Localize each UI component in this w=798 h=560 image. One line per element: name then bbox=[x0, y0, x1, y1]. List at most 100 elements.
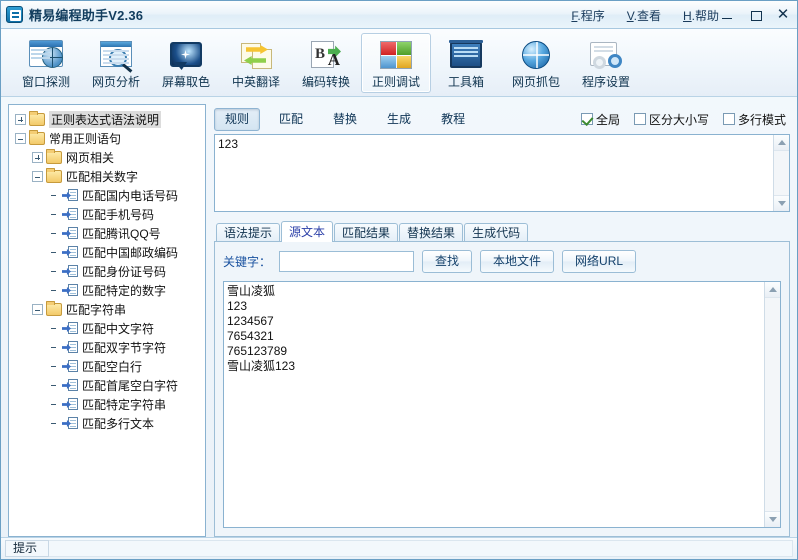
toolbar-item-encoding-convert[interactable]: BA 编码转换 bbox=[291, 33, 361, 93]
folder-icon bbox=[46, 301, 62, 316]
source-text-content[interactable]: 雪山凌狐 123 1234567 7654321 765123789 雪山凌狐1… bbox=[224, 282, 764, 527]
minimize-icon[interactable] bbox=[719, 7, 735, 23]
menu-accel-help: H bbox=[682, 8, 692, 23]
tree-leaf-node[interactable]: 匹配中文字符 bbox=[13, 319, 205, 338]
tree-leaf-node[interactable]: 匹配多行文本 bbox=[13, 414, 205, 433]
regex-item-icon bbox=[62, 227, 78, 240]
tree-folder-node[interactable]: 正则表达式语法说明 bbox=[13, 110, 205, 129]
checkbox-global[interactable]: 全局 bbox=[580, 111, 620, 128]
checkbox-global-box[interactable] bbox=[580, 113, 593, 125]
find-button[interactable]: 查找 bbox=[422, 250, 473, 273]
status-hint: 提示 bbox=[5, 540, 49, 557]
regex-item-icon bbox=[62, 417, 78, 430]
regex-item-icon bbox=[62, 284, 78, 297]
tree-leaf-node[interactable]: 匹配特定的数字 bbox=[13, 281, 205, 300]
checkbox-multiline-box[interactable] bbox=[722, 113, 735, 125]
window-title: 精易编程助手V2.36 bbox=[29, 8, 144, 23]
tree-leaf-node[interactable]: 匹配双字节字符 bbox=[13, 338, 205, 357]
checkbox-case-sensitive-label: 区分大小写 bbox=[648, 112, 709, 127]
toolbar-label-window-detect: 窗口探测 bbox=[21, 75, 70, 89]
local-file-button[interactable]: 本地文件 bbox=[480, 250, 555, 273]
rule-editor[interactable]: 123 bbox=[214, 134, 790, 212]
toolbar-item-window-detect[interactable]: 窗口探测 bbox=[11, 33, 81, 93]
tutorial-button[interactable]: 教程 bbox=[430, 108, 476, 131]
tree-node-label: 正则表达式语法说明 bbox=[49, 111, 162, 128]
toolbar-item-translate[interactable]: 中英翻译 bbox=[221, 33, 291, 93]
tree-leaf-node[interactable]: 匹配特定字符串 bbox=[13, 395, 205, 414]
toolbar-item-web-capture[interactable]: 网页抓包 bbox=[501, 33, 571, 93]
toolbar-item-toolbox[interactable]: 工具箱 bbox=[431, 33, 501, 93]
tree-leaf-node[interactable]: 匹配首尾空白字符 bbox=[13, 376, 205, 395]
expand-icon[interactable] bbox=[32, 152, 43, 163]
maximize-icon[interactable] bbox=[747, 7, 763, 23]
tree-leaf-node[interactable]: 匹配中国邮政编码 bbox=[13, 243, 205, 262]
tree-leaf-node[interactable]: 匹配腾讯QQ号 bbox=[13, 224, 205, 243]
toolbar: 窗口探测 网页分析 屏幕取色 中英翻译 BA 编码转换 正则调试 工具箱 网页抓… bbox=[1, 29, 797, 97]
close-icon[interactable]: ✕ bbox=[775, 7, 791, 23]
tab-5[interactable]: 生成代码 bbox=[464, 223, 529, 242]
window-controls: ✕ bbox=[719, 1, 791, 29]
tree-leaf-node[interactable]: 匹配手机号码 bbox=[13, 205, 205, 224]
rule-button[interactable]: 规则 bbox=[214, 107, 261, 131]
toolbar-item-settings[interactable]: 程序设置 bbox=[571, 33, 641, 93]
menu-item-program[interactable]: F.程序 bbox=[571, 7, 604, 24]
toolbar-label-settings: 程序设置 bbox=[581, 75, 630, 89]
app-logo-icon bbox=[6, 6, 23, 23]
tree-folder-node[interactable]: 常用正则语句 bbox=[13, 129, 205, 148]
tree-folder-node[interactable]: 匹配相关数字 bbox=[13, 167, 205, 186]
expand-icon[interactable] bbox=[15, 114, 26, 125]
regex-debug-icon bbox=[378, 37, 414, 71]
rule-editor-scrollbar[interactable] bbox=[773, 135, 789, 211]
tree-node-label: 匹配中国邮政编码 bbox=[82, 246, 179, 260]
tab-3[interactable]: 匹配结果 bbox=[334, 223, 399, 242]
checkbox-case-sensitive[interactable]: 区分大小写 bbox=[633, 111, 709, 128]
toolbar-item-screen-color-picker[interactable]: 屏幕取色 bbox=[151, 33, 221, 93]
menu-item-help[interactable]: H.帮助 bbox=[683, 7, 719, 24]
scroll-up-icon[interactable] bbox=[765, 282, 780, 298]
translate-icon bbox=[238, 37, 274, 71]
tab-4[interactable]: 替换结果 bbox=[399, 223, 464, 242]
tree-twisty-spacer bbox=[49, 361, 60, 372]
tab-1[interactable]: 语法提示 bbox=[216, 223, 281, 242]
replace-button[interactable]: 替换 bbox=[322, 108, 368, 131]
tree-node-label: 网页相关 bbox=[66, 151, 115, 165]
source-text-scrollbar[interactable] bbox=[764, 282, 780, 527]
tree-twisty-spacer bbox=[49, 228, 60, 239]
tree-node-label: 匹配首尾空白字符 bbox=[82, 379, 179, 393]
scroll-down-icon[interactable] bbox=[774, 195, 789, 211]
checkbox-multiline[interactable]: 多行模式 bbox=[722, 111, 786, 128]
match-button[interactable]: 匹配 bbox=[268, 108, 314, 131]
collapse-icon[interactable] bbox=[32, 304, 43, 315]
toolbar-item-webpage-analyze[interactable]: 网页分析 bbox=[81, 33, 151, 93]
generate-button[interactable]: 生成 bbox=[376, 108, 422, 131]
scroll-up-icon[interactable] bbox=[774, 135, 789, 151]
rule-editor-text[interactable]: 123 bbox=[215, 135, 773, 211]
tree-folder-node[interactable]: 匹配字符串 bbox=[13, 300, 205, 319]
toolbar-item-regex-debug[interactable]: 正则调试 bbox=[361, 33, 431, 93]
tree-twisty-spacer bbox=[49, 380, 60, 391]
keyword-input[interactable] bbox=[279, 251, 415, 272]
right-panel: 规则 匹配 替换 生成 教程 全局 区分大小写 多行模式 123 语法提示 源文… bbox=[214, 104, 790, 537]
rule-action-buttons: 规则 匹配 替换 生成 教程 bbox=[214, 107, 476, 131]
checkbox-case-sensitive-box[interactable] bbox=[633, 113, 646, 125]
regex-item-icon bbox=[62, 265, 78, 278]
tab-2[interactable]: 源文本 bbox=[281, 221, 334, 242]
tree-leaf-node[interactable]: 匹配身份证号码 bbox=[13, 262, 205, 281]
network-url-button[interactable]: 网络URL bbox=[562, 250, 637, 273]
tree-folder-node[interactable]: 网页相关 bbox=[13, 148, 205, 167]
menu-item-view[interactable]: V.查看 bbox=[627, 7, 661, 24]
source-text-editor[interactable]: 雪山凌狐 123 1234567 7654321 765123789 雪山凌狐1… bbox=[223, 281, 781, 528]
tree-node-label: 匹配腾讯QQ号 bbox=[82, 227, 161, 241]
regex-item-icon bbox=[62, 341, 78, 354]
menu-label-program: .程序 bbox=[577, 8, 605, 23]
tree-node-label: 匹配字符串 bbox=[66, 303, 127, 317]
collapse-icon[interactable] bbox=[15, 133, 26, 144]
collapse-icon[interactable] bbox=[32, 171, 43, 182]
tree-twisty-spacer bbox=[49, 209, 60, 220]
regex-tree-panel[interactable]: 正则表达式语法说明 常用正则语句 网页相关 匹配相关数字 匹配国内电话号码 匹配手机号码匹… bbox=[8, 104, 206, 537]
tree-leaf-node[interactable]: 匹配国内电话号码 bbox=[13, 186, 205, 205]
tree-node-label: 匹配多行文本 bbox=[82, 417, 155, 431]
regex-item-icon bbox=[62, 322, 78, 335]
scroll-down-icon[interactable] bbox=[765, 511, 780, 527]
tree-leaf-node[interactable]: 匹配空白行 bbox=[13, 357, 205, 376]
